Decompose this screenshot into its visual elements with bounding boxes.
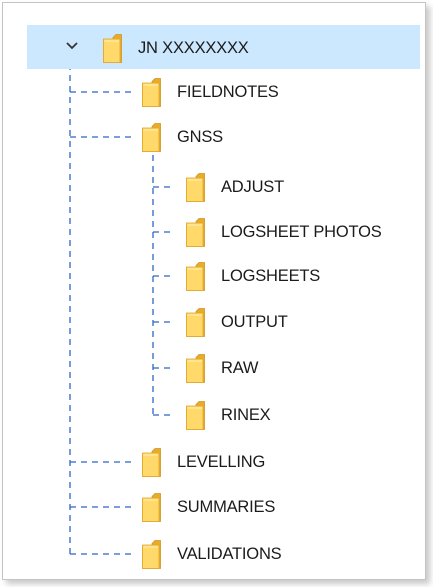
tree-item-levelling[interactable]: LEVELLING xyxy=(142,445,265,479)
tree-item-label: RAW xyxy=(221,358,259,377)
folder-icon xyxy=(186,353,210,383)
tree-item-logsheet-photos[interactable]: LOGSHEET PHOTOS xyxy=(186,215,382,249)
folder-icon xyxy=(142,539,166,569)
tree-item-logsheets[interactable]: LOGSHEETS xyxy=(186,259,320,293)
folder-icon xyxy=(186,172,210,202)
tree-item-label: LOGSHEET PHOTOS xyxy=(221,222,382,241)
folder-icon xyxy=(142,447,166,477)
tree-item-label: GNSS xyxy=(177,127,223,146)
tree-item-fieldnotes[interactable]: FIELDNOTES xyxy=(142,75,279,109)
folder-icon xyxy=(186,261,210,291)
tree-item-label: VALIDATIONS xyxy=(177,544,282,563)
folder-icon xyxy=(103,33,127,63)
tree-item-label: ADJUST xyxy=(221,177,284,196)
folder-icon xyxy=(142,122,166,152)
chevron-down-icon[interactable] xyxy=(63,39,81,53)
folder-icon xyxy=(186,217,210,247)
tree-item-summaries[interactable]: SUMMARIES xyxy=(142,490,275,524)
tree-item-output[interactable]: OUTPUT xyxy=(186,305,288,339)
folder-icon xyxy=(186,400,210,430)
folder-icon xyxy=(142,77,166,107)
tree-item-label: OUTPUT xyxy=(221,312,288,331)
tree-item-label: RINEX xyxy=(221,405,271,424)
tree-item-label: SUMMARIES xyxy=(177,497,276,516)
tree-item-gnss[interactable]: GNSS xyxy=(142,120,223,154)
tree-item-label: LOGSHEETS xyxy=(221,266,321,285)
tree-item-validations[interactable]: VALIDATIONS xyxy=(142,537,282,571)
folder-icon xyxy=(186,307,210,337)
tree-item-label: JN XXXXXXXX xyxy=(138,38,249,57)
tree-item-rinex[interactable]: RINEX xyxy=(186,398,271,432)
tree-item-root[interactable]: JN XXXXXXXX xyxy=(103,31,249,65)
tree-item-raw[interactable]: RAW xyxy=(186,351,258,385)
folder-icon xyxy=(142,492,166,522)
tree-item-label: LEVELLING xyxy=(177,452,266,471)
tree-item-label: FIELDNOTES xyxy=(177,82,279,101)
folder-tree-panel: JN XXXXXXXX FIELDNOTES GNSS ADJUST LOGSH… xyxy=(2,2,426,580)
tree-item-adjust[interactable]: ADJUST xyxy=(186,170,284,204)
